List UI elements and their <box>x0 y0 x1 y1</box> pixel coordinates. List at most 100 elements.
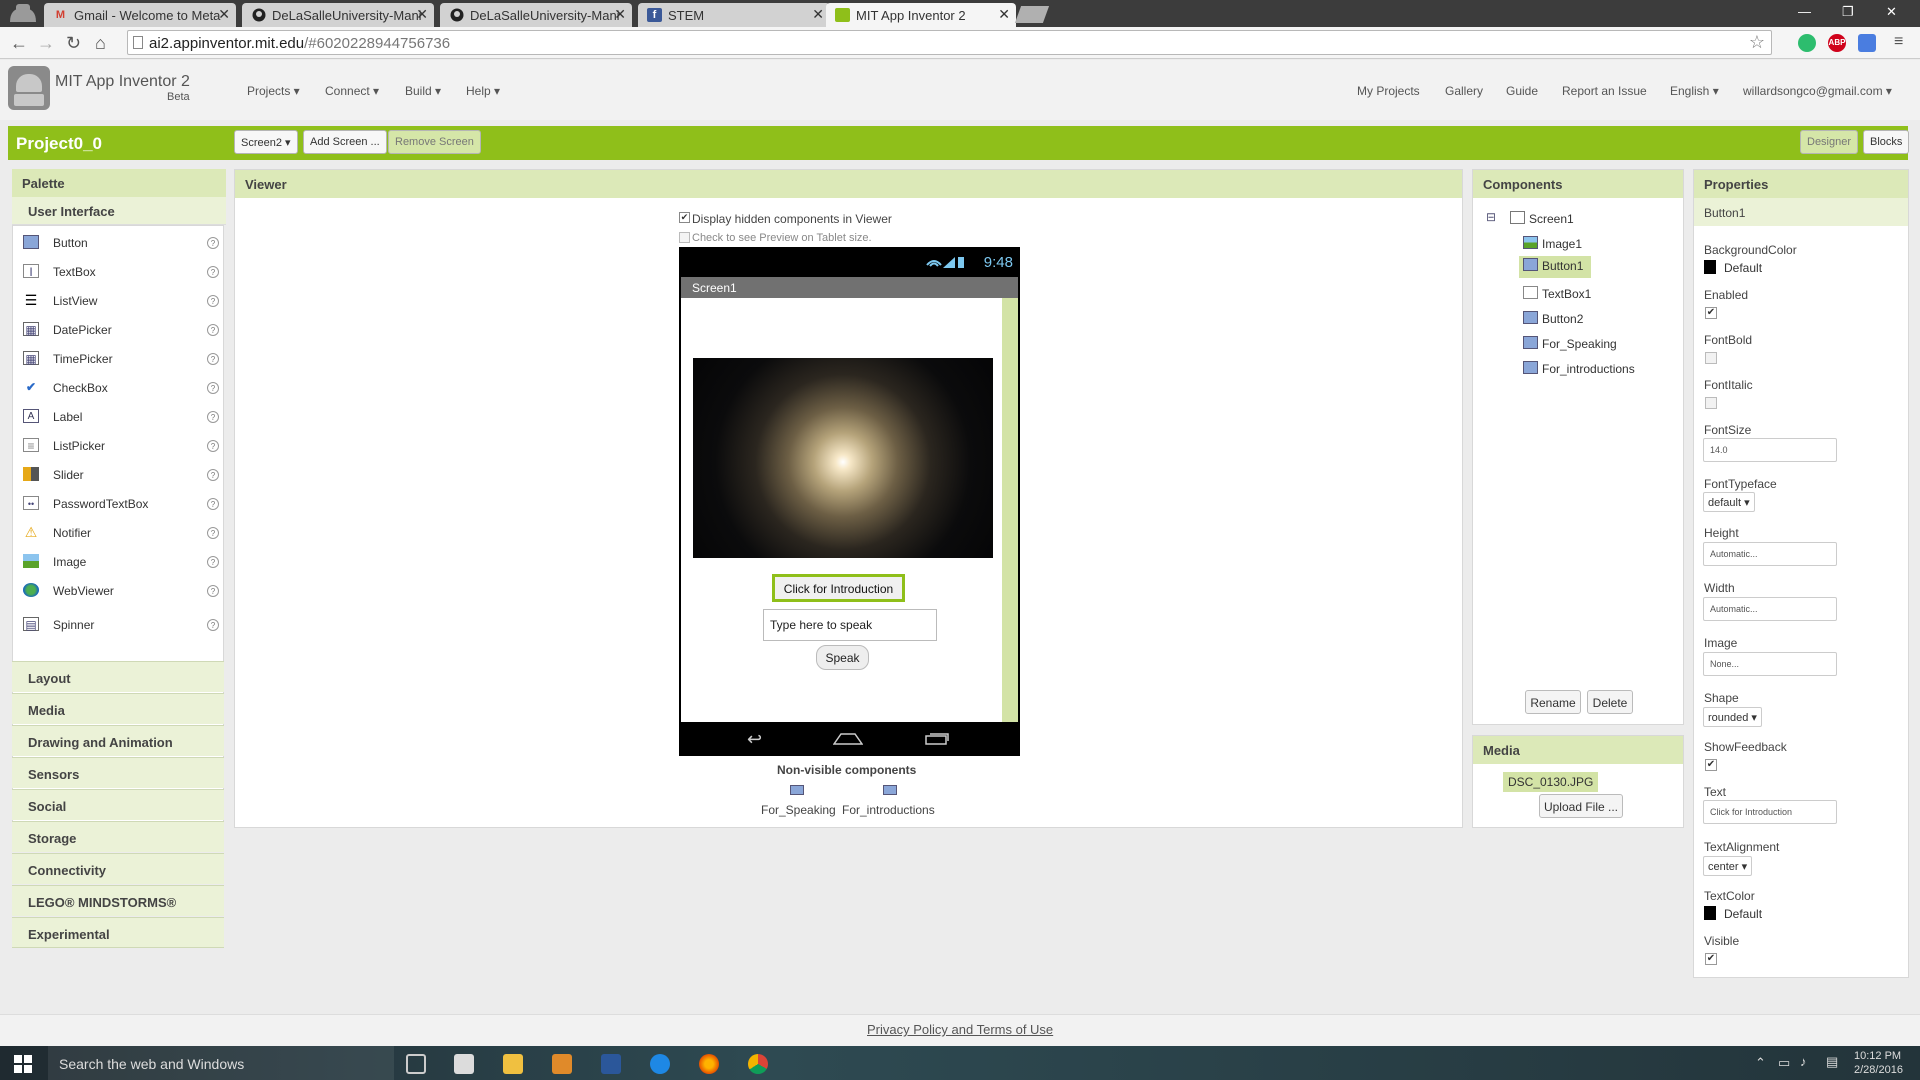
help-icon[interactable]: ? <box>207 556 219 568</box>
privacy-link[interactable]: Privacy Policy and Terms of Use <box>867 1022 1053 1037</box>
new-tab-button[interactable] <box>1014 6 1050 23</box>
menu-language[interactable]: English ▾ <box>1670 84 1719 98</box>
palette-drawer-storage[interactable]: Storage <box>12 821 224 852</box>
taskbar-date[interactable]: 2/28/2016 <box>1854 1064 1903 1076</box>
bookmark-star-icon[interactable]: ☆ <box>1749 32 1765 53</box>
prop-image-input[interactable]: None... <box>1703 652 1837 676</box>
url-field[interactable]: ai2.appinventor.mit.edu/#602022894475673… <box>127 30 1772 55</box>
file-explorer-icon[interactable] <box>503 1054 523 1074</box>
prop-fontbold-checkbox[interactable] <box>1705 352 1717 364</box>
app-inventor-logo[interactable] <box>8 66 50 110</box>
nonvisible-for-introductions[interactable]: For_introductions <box>842 803 935 817</box>
prop-textcolor-swatch[interactable] <box>1704 906 1716 920</box>
nonvisible-for-speaking[interactable]: For_Speaking <box>761 803 836 817</box>
action-center-icon[interactable]: ▤ <box>1826 1054 1838 1070</box>
prop-showfeedback-checkbox[interactable]: ✔ <box>1705 759 1717 771</box>
palette-item-slider[interactable]: Slider? <box>13 462 223 488</box>
menu-help[interactable]: Help ▾ <box>466 84 500 98</box>
edge-icon[interactable] <box>650 1054 670 1074</box>
minimize-icon[interactable]: — <box>1798 4 1811 19</box>
palette-item-webviewer[interactable]: WebViewer? <box>13 578 223 604</box>
prop-enabled-checkbox[interactable]: ✔ <box>1705 307 1717 319</box>
adblock-icon[interactable]: ABP <box>1828 34 1846 52</box>
tray-chevron-icon[interactable]: ⌃ <box>1755 1055 1766 1071</box>
prop-fontsize-input[interactable]: 14.0 <box>1703 438 1837 462</box>
speak-textbox[interactable]: Type here to speak <box>763 609 937 641</box>
palette-item-listpicker[interactable]: ≡ ListPicker? <box>13 433 223 459</box>
menu-connect[interactable]: Connect ▾ <box>325 84 379 98</box>
task-view-icon[interactable] <box>406 1054 426 1074</box>
collapse-icon[interactable]: ⊟ <box>1486 210 1496 224</box>
chrome-icon[interactable] <box>748 1054 768 1074</box>
remove-screen-button[interactable]: Remove Screen <box>388 130 481 154</box>
menu-build[interactable]: Build ▾ <box>405 84 441 98</box>
menu-gallery[interactable]: Gallery <box>1445 84 1483 98</box>
chrome-profile-icon[interactable] <box>6 2 40 24</box>
word-icon[interactable] <box>601 1054 621 1074</box>
palette-item-label[interactable]: A Label? <box>13 404 223 430</box>
tree-textbox1[interactable]: TextBox1 <box>1523 284 1603 306</box>
palette-drawer-lego[interactable]: LEGO® MINDSTORMS® <box>12 885 224 916</box>
prop-backgroundcolor-value[interactable]: Default <box>1724 261 1762 275</box>
palette-drawer-sensors[interactable]: Sensors <box>12 757 224 788</box>
back-icon[interactable]: ← <box>10 33 28 54</box>
palette-drawer-drawing[interactable]: Drawing and Animation <box>12 725 224 756</box>
close-window-icon[interactable]: ✕ <box>1886 4 1897 20</box>
tree-button2[interactable]: Button2 <box>1523 309 1603 331</box>
tab-close-icon[interactable]: ✕ <box>416 6 428 23</box>
store-icon[interactable] <box>454 1054 474 1074</box>
palette-item-checkbox[interactable]: ✔ CheckBox? <box>13 375 223 401</box>
intro-button[interactable]: Click for Introduction <box>772 574 905 602</box>
palette-drawer-experimental[interactable]: Experimental <box>12 917 224 948</box>
tab-github-1[interactable]: DeLaSalleUniversity-Mani ✕ <box>242 3 434 27</box>
image1-firework[interactable] <box>693 358 993 558</box>
prop-backgroundcolor-swatch[interactable] <box>1704 260 1716 274</box>
palette-section-user-interface[interactable]: User Interface <box>12 197 226 225</box>
media-file[interactable]: DSC_0130.JPG <box>1503 772 1599 792</box>
help-icon[interactable]: ? <box>207 498 219 510</box>
palette-drawer-social[interactable]: Social <box>12 789 224 820</box>
tree-image1[interactable]: Image1 <box>1523 234 1603 256</box>
palette-drawer-media[interactable]: Media <box>12 693 224 724</box>
palette-item-datepicker[interactable]: ▦ DatePicker? <box>13 317 223 343</box>
help-icon[interactable]: ? <box>207 324 219 336</box>
palette-drawer-layout[interactable]: Layout <box>12 661 224 692</box>
designer-button[interactable]: Designer <box>1800 130 1859 154</box>
prop-visible-checkbox[interactable]: ✔ <box>1705 953 1717 965</box>
help-icon[interactable]: ? <box>207 619 219 631</box>
home-icon[interactable]: ⌂ <box>95 33 106 54</box>
tablet-preview-checkbox[interactable] <box>679 232 690 243</box>
translate-icon[interactable] <box>1858 34 1876 52</box>
tree-for-speaking[interactable]: For_Speaking <box>1523 334 1633 356</box>
taskbar-time[interactable]: 10:12 PM <box>1854 1050 1901 1062</box>
chrome-menu-icon[interactable]: ≡ <box>1894 33 1903 51</box>
reload-icon[interactable]: ↻ <box>66 33 81 54</box>
blocks-button[interactable]: Blocks <box>1863 130 1910 154</box>
palette-item-image[interactable]: Image? <box>13 549 223 575</box>
prop-shape-select[interactable]: rounded ▾ <box>1703 707 1762 727</box>
help-icon[interactable]: ? <box>207 469 219 481</box>
palette-drawer-connectivity[interactable]: Connectivity <box>12 853 224 884</box>
prop-height-input[interactable]: Automatic... <box>1703 542 1837 566</box>
help-icon[interactable]: ? <box>207 411 219 423</box>
menu-projects[interactable]: Projects ▾ <box>247 84 300 98</box>
help-icon[interactable]: ? <box>207 353 219 365</box>
tab-close-icon[interactable]: ✕ <box>998 6 1010 23</box>
restore-icon[interactable]: ❐ <box>1842 4 1854 20</box>
rename-button[interactable]: Rename <box>1525 690 1581 714</box>
forward-icon[interactable]: → <box>37 33 55 54</box>
tree-screen1[interactable]: Screen1 <box>1510 209 1590 231</box>
palette-item-notifier[interactable]: ⚠ Notifier? <box>13 520 223 546</box>
tab-close-icon[interactable]: ✕ <box>218 6 230 23</box>
help-icon[interactable]: ? <box>207 527 219 539</box>
palette-item-listview[interactable]: ☰ ListView? <box>13 288 223 314</box>
menu-account[interactable]: willardsongco@gmail.com ▾ <box>1743 84 1892 98</box>
screen-select[interactable]: Screen2 ▾ <box>234 130 298 154</box>
upload-file-button[interactable]: Upload File ... <box>1539 794 1623 818</box>
palette-item-button[interactable]: Button? <box>13 230 223 256</box>
prop-text-input[interactable]: Click for Introduction <box>1703 800 1837 824</box>
taskbar-search-box[interactable]: Search the web and Windows <box>48 1046 394 1080</box>
help-icon[interactable]: ? <box>207 237 219 249</box>
speak-button[interactable]: Speak <box>816 645 869 670</box>
add-screen-button[interactable]: Add Screen ... <box>303 130 387 154</box>
